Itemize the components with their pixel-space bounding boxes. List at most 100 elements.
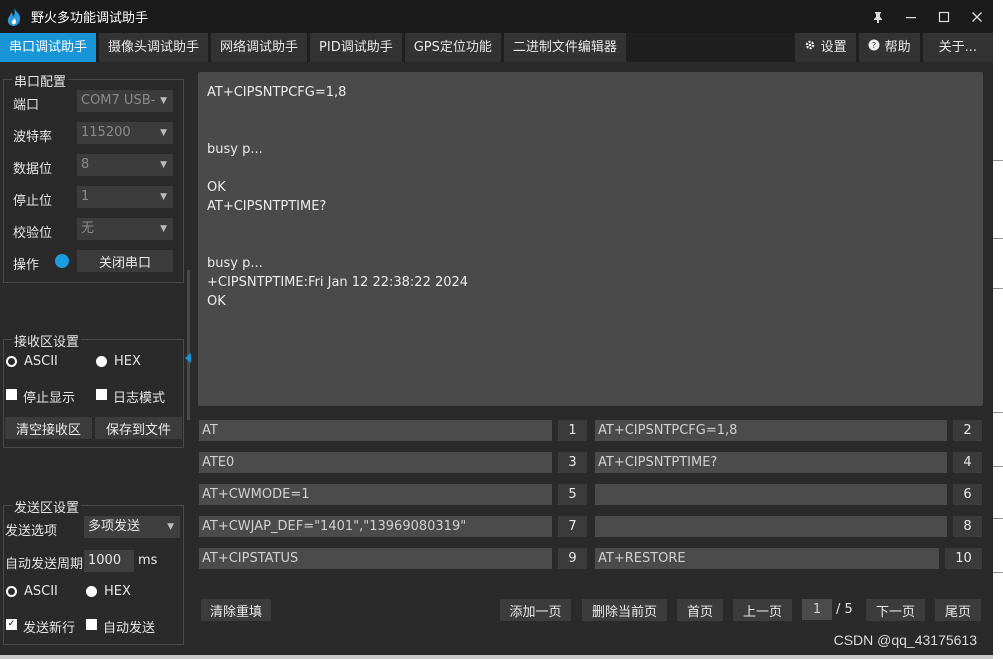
tab-serial-debug[interactable]: 串口调试助手	[0, 33, 97, 62]
send-command-button-4[interactable]: 4	[953, 452, 982, 473]
about-button[interactable]: 关于...	[922, 33, 993, 62]
serial-config-title: 串口配置	[12, 71, 69, 90]
command-input-6[interactable]	[595, 484, 947, 505]
port-select[interactable]: COM7 USB- ▼	[77, 90, 173, 112]
close-port-button[interactable]: 关闭串口	[77, 250, 173, 272]
send-command-button-3[interactable]: 3	[558, 452, 587, 473]
auto-send-label: 自动发送	[103, 621, 156, 636]
chevron-down-icon: ▼	[160, 96, 167, 106]
minimize-icon[interactable]	[894, 0, 927, 33]
baud-value: 115200	[81, 125, 131, 140]
send-option-label: 发送选项	[5, 524, 58, 539]
command-input-1[interactable]: AT	[199, 420, 552, 441]
receive-text-area[interactable]: AT+CIPSNTPCFG=1,8 busy p... OK AT+CIPSNT…	[198, 72, 983, 406]
next-page-button[interactable]: 下一页	[866, 599, 925, 621]
left-panel-scrollbar[interactable]	[187, 270, 190, 420]
parity-select[interactable]: 无 ▼	[77, 218, 173, 240]
send-command-button-10[interactable]: 10	[945, 548, 982, 569]
send-settings-title: 发送区设置	[12, 497, 82, 516]
auto-period-label: 自动发送周期	[5, 557, 84, 572]
prev-page-button[interactable]: 上一页	[733, 599, 792, 621]
main-tab-bar: 串口调试助手 摄像头调试助手 网络调试助手 PID调试助手 GPS定位功能 二进…	[0, 33, 993, 62]
tab-network-debug[interactable]: 网络调试助手	[211, 33, 308, 62]
status-led-icon	[55, 254, 69, 268]
help-button[interactable]: ? 帮助	[858, 33, 920, 62]
send-option-select[interactable]: 多项发送 ▼	[84, 516, 180, 538]
send-hex-label: HEX	[104, 584, 131, 599]
close-icon[interactable]	[960, 0, 993, 33]
operate-label: 操作	[13, 258, 40, 273]
first-page-button[interactable]: 首页	[677, 599, 723, 621]
send-command-button-6[interactable]: 6	[953, 484, 982, 505]
send-command-button-9[interactable]: 9	[558, 548, 587, 569]
command-input-10[interactable]: AT+RESTORE	[595, 548, 939, 569]
edge-divider	[993, 412, 1003, 413]
send-command-button-8[interactable]: 8	[953, 516, 982, 537]
edge-divider	[993, 288, 1003, 289]
clear-refill-button[interactable]: 清除重填	[201, 599, 271, 621]
stopbits-select[interactable]: 1 ▼	[77, 186, 173, 208]
help-icon: ?	[868, 33, 880, 62]
databits-select[interactable]: 8 ▼	[77, 154, 173, 176]
tab-camera-debug[interactable]: 摄像头调试助手	[99, 33, 209, 62]
pin-icon[interactable]	[861, 0, 894, 33]
auto-send-checkbox[interactable]	[86, 619, 97, 630]
command-input-8[interactable]	[595, 516, 947, 537]
settings-button[interactable]: 设置	[794, 33, 856, 62]
add-page-button[interactable]: 添加一页	[500, 599, 571, 621]
edge-divider	[993, 160, 1003, 161]
send-ascii-label: ASCII	[24, 584, 58, 599]
stop-display-checkbox[interactable]	[6, 389, 17, 400]
recv-ascii-radio[interactable]	[6, 356, 17, 367]
save-to-file-button[interactable]: 保存到文件	[95, 417, 182, 439]
chevron-down-icon: ▼	[160, 224, 167, 234]
tab-gps[interactable]: GPS定位功能	[404, 33, 501, 62]
current-page-input[interactable]: 1	[802, 599, 832, 620]
flame-logo-icon	[3, 6, 25, 28]
bottom-edge	[0, 655, 993, 659]
title-bar: 野火多功能调试助手	[0, 0, 993, 33]
recv-ascii-label: ASCII	[24, 354, 58, 369]
chevron-down-icon: ▼	[167, 522, 174, 532]
port-label: 端口	[13, 98, 40, 113]
period-unit-label: ms	[138, 553, 158, 568]
clear-receive-button[interactable]: 清空接收区	[5, 417, 92, 439]
baud-select[interactable]: 115200 ▼	[77, 122, 173, 144]
edge-divider	[993, 572, 1003, 573]
last-page-button[interactable]: 尾页	[935, 599, 981, 621]
chevron-down-icon: ▼	[160, 160, 167, 170]
send-hex-radio[interactable]	[86, 586, 97, 597]
command-input-9[interactable]: AT+CIPSTATUS	[199, 548, 552, 569]
send-ascii-radio[interactable]	[6, 586, 17, 597]
recv-hex-radio[interactable]	[96, 356, 107, 367]
collapse-arrow-icon[interactable]	[185, 353, 191, 363]
send-newline-checkbox[interactable]: ✓	[6, 619, 17, 630]
delete-page-button[interactable]: 删除当前页	[582, 599, 667, 621]
auto-period-input[interactable]: 1000	[84, 550, 134, 572]
command-input-4[interactable]: AT+CIPSNTPTIME?	[595, 452, 947, 473]
settings-label: 设置	[820, 40, 847, 55]
maximize-icon[interactable]	[927, 0, 960, 33]
parity-label: 校验位	[13, 226, 53, 241]
send-command-button-2[interactable]: 2	[953, 420, 982, 441]
background-edge	[993, 0, 1003, 659]
baud-label: 波特率	[13, 130, 53, 145]
command-input-5[interactable]: AT+CWMODE=1	[199, 484, 552, 505]
command-input-7[interactable]: AT+CWJAP_DEF="1401","13969080319"	[199, 516, 552, 537]
tab-binary-editor[interactable]: 二进制文件编辑器	[503, 33, 626, 62]
databits-label: 数据位	[13, 162, 53, 177]
tab-pid-debug[interactable]: PID调试助手	[310, 33, 402, 62]
command-input-2[interactable]: AT+CIPSNTPCFG=1,8	[595, 420, 947, 441]
help-label: 帮助	[884, 40, 911, 55]
chevron-down-icon: ▼	[160, 192, 167, 202]
receive-settings-title: 接收区设置	[12, 331, 82, 350]
edge-divider	[993, 466, 1003, 467]
send-command-button-1[interactable]: 1	[558, 420, 587, 441]
log-mode-checkbox[interactable]	[96, 389, 107, 400]
svg-text:?: ?	[871, 41, 875, 50]
command-input-3[interactable]: ATE0	[199, 452, 552, 473]
window-title: 野火多功能调试助手	[31, 11, 149, 26]
send-command-button-5[interactable]: 5	[558, 484, 587, 505]
stopbits-value: 1	[81, 189, 90, 204]
send-command-button-7[interactable]: 7	[558, 516, 587, 537]
